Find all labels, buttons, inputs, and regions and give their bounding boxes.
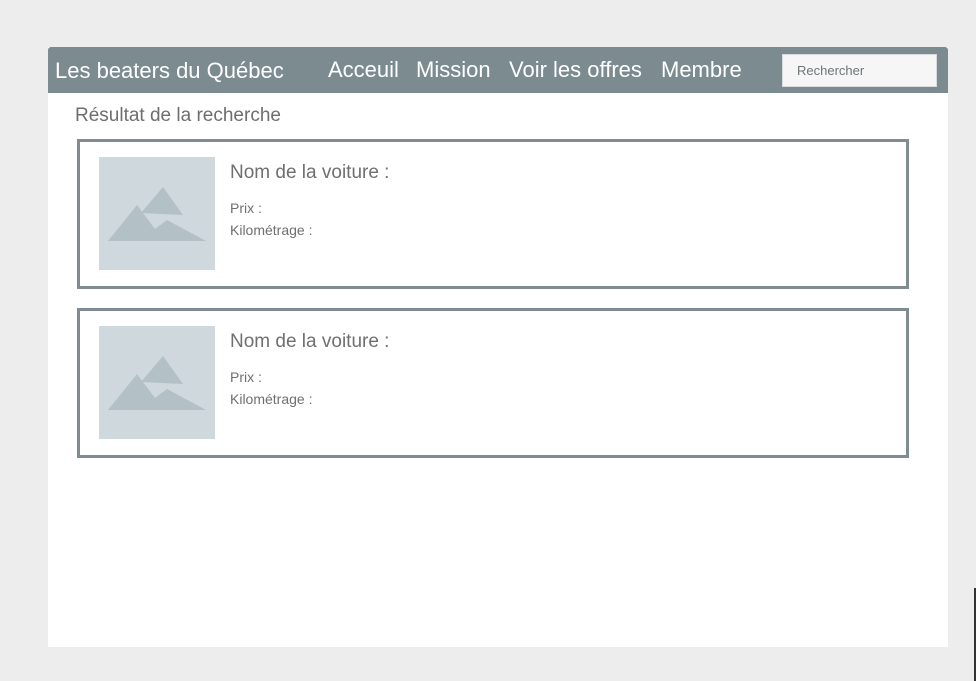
mileage-label: Kilométrage : [230, 391, 313, 407]
result-card[interactable]: Nom de la voiture : Prix : Kilométrage : [77, 139, 909, 289]
price-label: Prix : [230, 369, 262, 385]
mileage-label: Kilométrage : [230, 222, 313, 238]
price-label: Prix : [230, 200, 262, 216]
page-container: Les beaters du Québec Acceuil Mission Vo… [48, 47, 948, 647]
car-name-label: Nom de la voiture : [230, 162, 390, 183]
nav-link-acceuil[interactable]: Acceuil [328, 57, 399, 83]
result-card[interactable]: Nom de la voiture : Prix : Kilométrage : [77, 308, 909, 458]
image-placeholder-icon [99, 326, 215, 439]
image-placeholder-icon [99, 157, 215, 270]
results-title: Résultat de la recherche [75, 105, 281, 126]
car-name-label: Nom de la voiture : [230, 331, 390, 352]
site-brand[interactable]: Les beaters du Québec [55, 58, 284, 84]
nav-link-mission[interactable]: Mission [416, 57, 491, 83]
nav-link-membre[interactable]: Membre [661, 57, 742, 83]
search-input[interactable] [782, 54, 937, 87]
nav-link-voir-les-offres[interactable]: Voir les offres [509, 57, 642, 83]
top-navbar: Les beaters du Québec Acceuil Mission Vo… [48, 47, 948, 93]
